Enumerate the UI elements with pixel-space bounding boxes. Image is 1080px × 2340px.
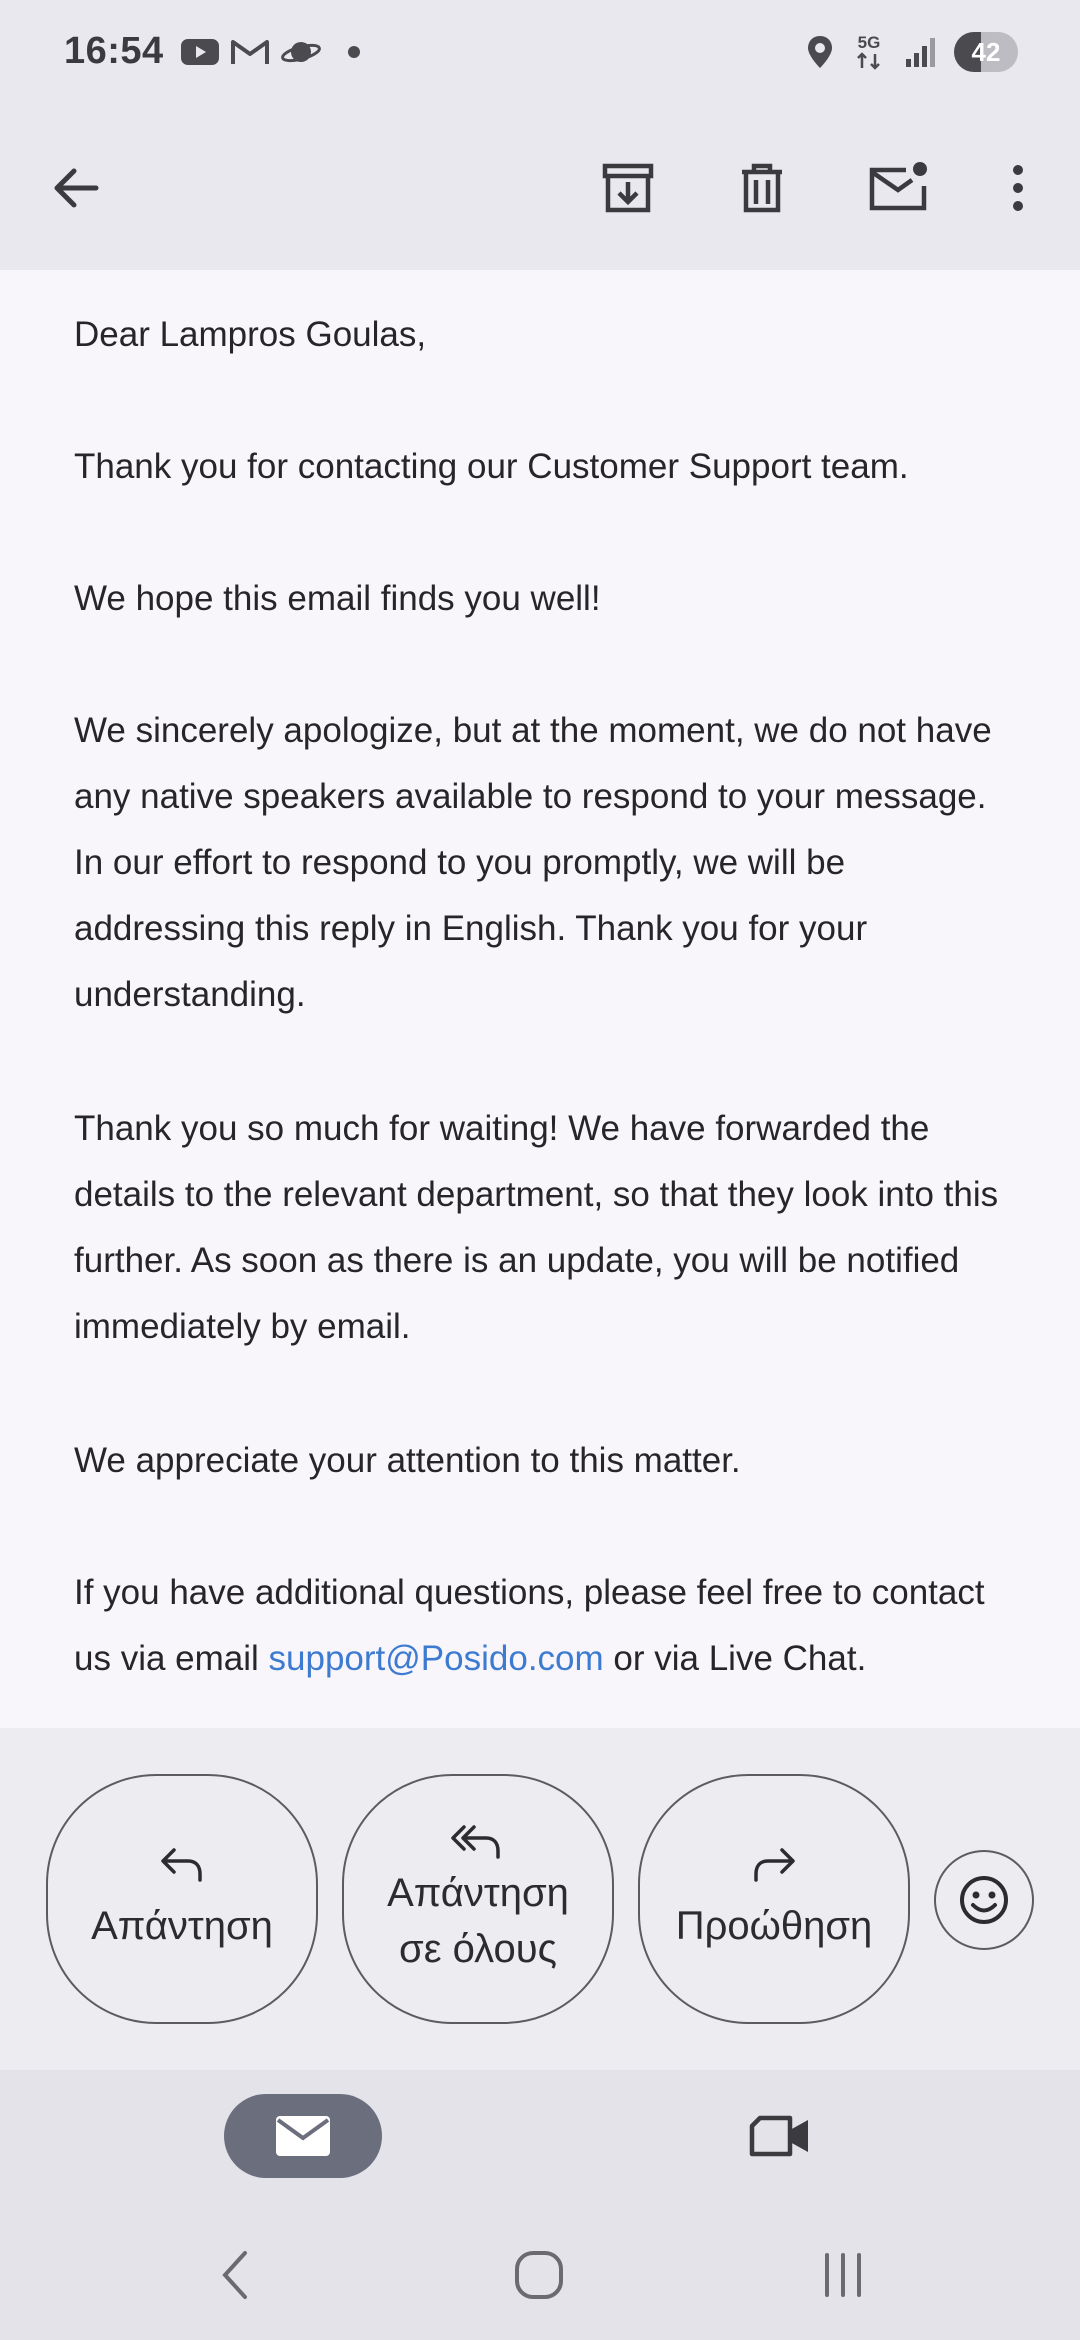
gmail-icon <box>231 40 269 64</box>
reply-button[interactable]: Απάντηση <box>46 1774 318 2024</box>
youtube-icon <box>181 39 219 65</box>
reply-label: Απάντηση <box>91 1904 273 1948</box>
mark-unread-icon <box>869 162 927 211</box>
saturn-icon <box>281 42 321 63</box>
email-body: Dear Lampros Goulas, Thank you for conta… <box>0 270 1080 1728</box>
back-button[interactable] <box>36 148 116 228</box>
system-home-icon <box>515 2251 563 2299</box>
location-icon <box>808 36 832 68</box>
battery-icon: 42 <box>954 32 1018 72</box>
5g-icon: 5G <box>857 33 881 70</box>
delete-button[interactable] <box>722 148 802 228</box>
delete-icon <box>742 163 782 213</box>
email-paragraph: We appreciate your attention to this mat… <box>74 1441 741 1480</box>
email-paragraph: Thank you so much for waiting! We have f… <box>74 1109 999 1346</box>
email-greeting: Dear Lampros Goulas, <box>74 315 427 354</box>
back-arrow-icon <box>54 168 99 208</box>
reply-icon <box>161 1848 202 1882</box>
reply-actions-bar: Απάντηση Απάντηση σε όλους Προώθηση <box>0 1728 1080 2070</box>
archive-button[interactable] <box>588 148 668 228</box>
system-back-button[interactable] <box>190 2230 280 2320</box>
reply-all-label-line2: σε όλους <box>399 1927 557 1971</box>
emoji-reaction-button[interactable] <box>934 1850 1034 1950</box>
meet-tab[interactable] <box>740 2096 820 2176</box>
forward-button[interactable]: Προώθηση <box>638 1774 910 2024</box>
system-back-icon <box>222 2251 247 2299</box>
reply-all-icon <box>451 1825 500 1859</box>
signal-icon <box>906 38 935 67</box>
reply-all-button[interactable]: Απάντηση σε όλους <box>342 1774 614 2024</box>
email-paragraph: We hope this email finds you well! <box>74 579 601 618</box>
top-app-bar <box>0 110 1080 270</box>
mail-icon <box>276 2116 330 2156</box>
more-vert-icon <box>1013 165 1023 211</box>
archive-icon <box>602 163 654 213</box>
mark-unread-button[interactable] <box>858 148 938 228</box>
forward-label: Προώθηση <box>675 1904 873 1948</box>
system-navigation-bar <box>0 2200 1080 2340</box>
mail-tab[interactable] <box>224 2094 382 2178</box>
system-recents-icon <box>825 2253 861 2297</box>
email-paragraph: Thank you for contacting our Customer Su… <box>74 447 909 486</box>
svg-text:5G: 5G <box>858 33 881 52</box>
bottom-navigation <box>0 2070 1080 2200</box>
video-icon <box>749 2115 808 2157</box>
contact-text-end: or via Live Chat. <box>603 1639 867 1678</box>
dot-icon <box>348 46 360 58</box>
status-time: 16:54 <box>64 30 164 72</box>
email-view-screen: 16:54 5G 42 Dear Lampros Goulas, Thank y… <box>0 0 1080 2340</box>
more-options-button[interactable] <box>978 148 1058 228</box>
support-email-link[interactable]: support@Posido.com <box>269 1639 604 1678</box>
battery-level: 42 <box>971 37 1001 67</box>
status-bar: 16:54 5G 42 <box>0 0 1080 110</box>
system-recents-button[interactable] <box>798 2230 888 2320</box>
emoji-icon <box>960 1876 1008 1924</box>
notification-icons <box>180 36 362 68</box>
reply-all-label: Απάντηση σε όλους <box>387 1865 569 1977</box>
reply-all-label-line1: Απάντηση <box>387 1871 569 1915</box>
system-home-button[interactable] <box>494 2230 584 2320</box>
forward-icon <box>754 1848 795 1882</box>
email-paragraph: We sincerely apologize, but at the momen… <box>74 711 992 1014</box>
system-icons: 5G 42 <box>806 32 1018 72</box>
email-paragraph-contact: If you have additional questions, please… <box>74 1560 1014 1692</box>
